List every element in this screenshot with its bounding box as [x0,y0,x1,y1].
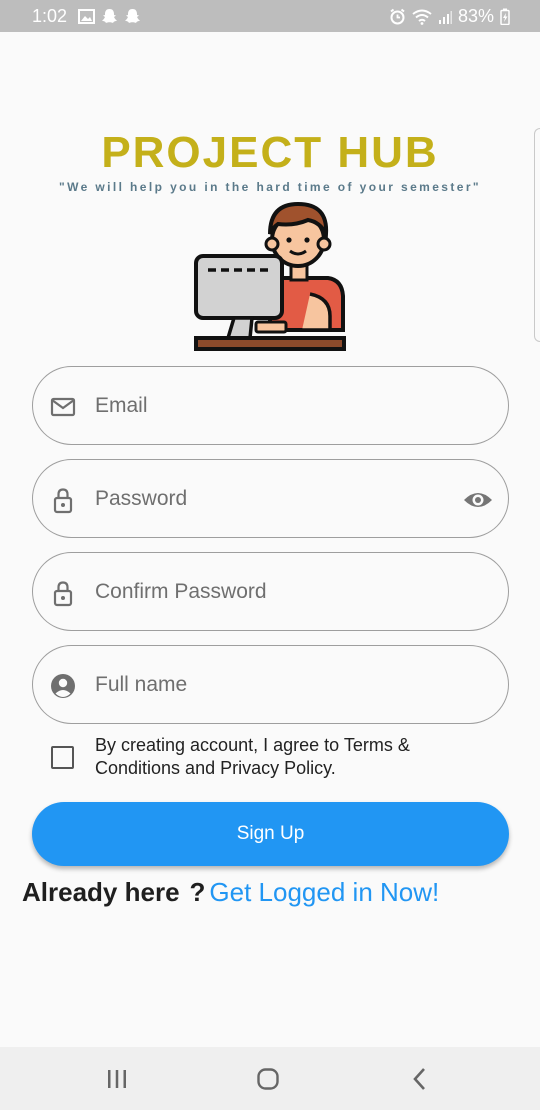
full-name-field[interactable] [32,645,509,724]
login-question-mark: ? [189,877,206,907]
confirm-password-field[interactable] [32,552,509,631]
email-input[interactable] [95,383,455,429]
navigation-bar [0,1047,540,1110]
confirm-password-input[interactable] [95,569,455,615]
login-link[interactable]: Get Logged in Now! [209,877,439,907]
lock-icon [49,579,77,607]
battery-text: 83% [457,6,494,26]
alarm-icon [389,8,406,25]
status-time: 1:02 [32,6,68,26]
terms-checkbox[interactable] [51,746,74,769]
mail-icon [49,393,77,421]
account-circle-icon [49,672,77,700]
lock-icon [49,486,77,514]
app-tagline: "We will help you in the hard time of yo… [58,180,482,194]
signal-icon [438,10,452,24]
developer-at-computer-illustration [190,198,350,353]
sign-up-button[interactable]: Sign Up [32,802,509,866]
login-prompt-row: Already here? Get Logged in Now! [22,877,439,908]
password-field[interactable] [32,459,509,538]
login-prompt-text: Already here [22,877,180,907]
back-icon[interactable] [400,1063,440,1095]
email-field[interactable] [32,366,509,445]
home-icon[interactable] [248,1063,288,1095]
gallery-icon [78,9,95,24]
status-left-icons [78,8,141,25]
recent-apps-icon[interactable] [97,1063,137,1095]
full-name-input[interactable] [95,662,455,708]
password-input[interactable] [95,476,455,522]
wifi-icon [412,9,432,25]
battery-charging-icon [500,8,510,25]
eye-icon[interactable] [462,486,494,514]
terms-text: By creating account, I agree to Terms & … [95,735,410,778]
snapchat-icon [124,8,141,25]
snapchat-icon [101,8,118,25]
status-right-icons: 83% [389,6,510,27]
status-bar: 1:02 83% [0,0,540,32]
app-title: PROJECT HUB [101,128,439,177]
